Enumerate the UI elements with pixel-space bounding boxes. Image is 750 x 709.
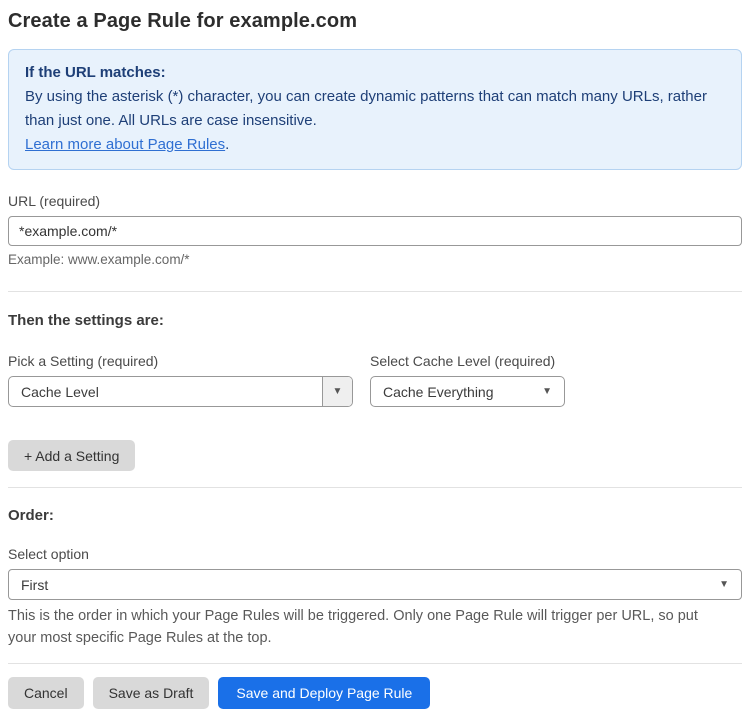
- order-select-label: Select option: [8, 546, 89, 562]
- settings-row: Pick a Setting (required) Cache Level ▼ …: [8, 329, 742, 407]
- cache-level-column: Select Cache Level (required) Cache Ever…: [370, 329, 565, 407]
- chevron-down-icon: ▼: [332, 385, 343, 397]
- chevron-down-icon: ▼: [719, 578, 729, 590]
- settings-section-heading: Then the settings are:: [8, 312, 164, 329]
- order-help-text: This is the order in which your Page Rul…: [8, 608, 698, 646]
- url-input[interactable]: [8, 216, 742, 246]
- cache-level-select[interactable]: Cache Everything ▼: [370, 376, 565, 407]
- cache-level-value: Cache Everything: [383, 383, 494, 400]
- setting-picker-column: Pick a Setting (required) Cache Level ▼: [8, 329, 353, 407]
- info-box-heading: If the URL matches:: [25, 64, 166, 81]
- info-box-link-line: Learn more about Page Rules.: [25, 133, 725, 157]
- divider: [8, 487, 742, 488]
- divider: [8, 291, 742, 292]
- url-match-info-box: If the URL matches: By using the asteris…: [8, 49, 742, 170]
- link-suffix: .: [225, 136, 230, 153]
- cache-level-label: Select Cache Level (required): [370, 353, 556, 369]
- learn-more-link[interactable]: Learn more about Page Rules: [25, 136, 225, 153]
- setting-picker-select[interactable]: Cache Level ▼: [8, 376, 353, 407]
- save-as-draft-button[interactable]: Save as Draft: [92, 677, 210, 709]
- chevron-down-icon: ▼: [542, 385, 552, 397]
- actions-row: Cancel Save as Draft Save and Deploy Pag…: [8, 677, 742, 709]
- order-section-heading: Order:: [8, 507, 54, 524]
- setting-picker-label: Pick a Setting (required): [8, 353, 159, 369]
- info-box-body: By using the asterisk (*) character, you…: [25, 88, 707, 129]
- divider: [8, 663, 742, 664]
- setting-picker-value: Cache Level: [21, 383, 99, 400]
- order-select[interactable]: First ▼: [8, 569, 742, 600]
- add-setting-button[interactable]: + Add a Setting: [8, 440, 136, 471]
- cancel-button[interactable]: Cancel: [8, 677, 84, 709]
- save-and-deploy-button[interactable]: Save and Deploy Page Rule: [218, 677, 431, 709]
- url-field-label: URL (required): [8, 193, 101, 209]
- url-field-hint: Example: www.example.com/*: [8, 252, 190, 267]
- page-title: Create a Page Rule for example.com: [8, 10, 358, 32]
- order-select-value: First: [21, 576, 49, 593]
- setting-picker-caret-button[interactable]: ▼: [322, 377, 352, 406]
